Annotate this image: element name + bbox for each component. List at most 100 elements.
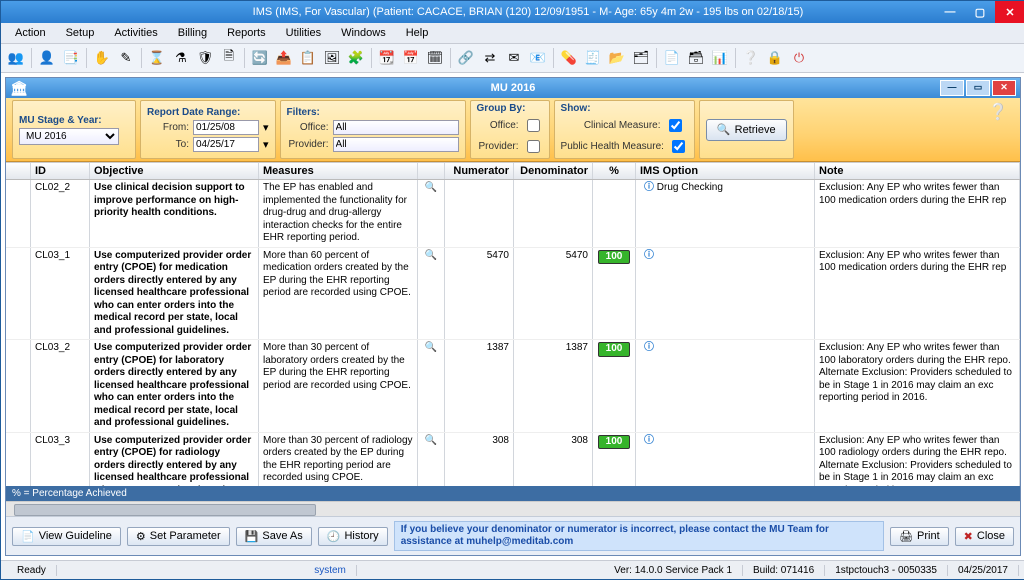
- table-row[interactable]: CL03_1Use computerized provider order en…: [6, 248, 1020, 341]
- toolbar-icon[interactable]: ⇄: [479, 47, 501, 69]
- close-button[interactable]: ✕: [995, 1, 1024, 23]
- retrieve-button[interactable]: 🔍 Retrieve: [706, 119, 787, 141]
- print-button[interactable]: 🖨 Print: [890, 527, 949, 546]
- toolbar-icon[interactable]: 📑: [60, 47, 82, 69]
- horizontal-scrollbar[interactable]: [6, 501, 1020, 516]
- info-icon[interactable]: ⓘ: [644, 435, 654, 446]
- toolbar-icon[interactable]: 🧩: [345, 47, 367, 69]
- date-picker-icon[interactable]: ▾: [263, 138, 269, 151]
- separator-icon: [553, 48, 554, 68]
- show-public-checkbox[interactable]: [672, 140, 685, 153]
- col-denominator[interactable]: Denominator: [514, 163, 593, 179]
- retrieve-label: Retrieve: [735, 124, 776, 136]
- show-public-label: Public Health Measure:: [561, 141, 664, 152]
- dialog-minimize-button[interactable]: —: [940, 80, 964, 96]
- close-icon: ✖: [964, 530, 973, 543]
- toolbar-icon[interactable]: 🗎: [218, 47, 240, 69]
- grid-body[interactable]: CL02_2Use clinical decision support to i…: [6, 180, 1020, 486]
- menu-activities[interactable]: Activities: [104, 25, 167, 41]
- toolbar-icon[interactable]: 📊: [709, 47, 731, 69]
- col-objective[interactable]: Objective: [90, 163, 259, 179]
- col-ims[interactable]: IMS Option: [636, 163, 815, 179]
- col-percent[interactable]: %: [593, 163, 636, 179]
- maximize-button[interactable]: ▢: [965, 1, 995, 23]
- menu-help[interactable]: Help: [396, 25, 439, 41]
- view-guideline-button[interactable]: 📄 View Guideline: [12, 527, 121, 546]
- toolbar-icon[interactable]: 📧: [527, 47, 549, 69]
- status-version: Ver: 14.0.0 Service Pack 1: [604, 565, 743, 576]
- status-build: Build: 071416: [743, 565, 825, 576]
- toolbar-icon[interactable]: 🗓: [424, 47, 446, 69]
- col-note[interactable]: Note: [815, 163, 1020, 179]
- from-date-input[interactable]: [193, 120, 259, 135]
- info-icon[interactable]: ⓘ: [644, 182, 654, 193]
- scrollbar-thumb[interactable]: [14, 504, 316, 516]
- toolbar-icon[interactable]: 🗂: [630, 47, 652, 69]
- table-row[interactable]: CL03_3Use computerized provider order en…: [6, 433, 1020, 487]
- set-parameter-button[interactable]: ⚙ Set Parameter: [127, 527, 230, 546]
- to-date-input[interactable]: [193, 137, 259, 152]
- col-measures[interactable]: Measures: [259, 163, 418, 179]
- toolbar-icon[interactable]: 🔄: [249, 47, 271, 69]
- toolbar-icon[interactable]: 📆: [376, 47, 398, 69]
- exit-icon[interactable]: ⏻: [788, 47, 810, 69]
- toolbar-icon[interactable]: 🧾: [582, 47, 604, 69]
- groupby-office-checkbox[interactable]: [527, 119, 540, 132]
- toolbar-icon[interactable]: 🛡: [194, 47, 216, 69]
- menu-reports[interactable]: Reports: [217, 25, 276, 41]
- status-user[interactable]: system: [304, 565, 357, 576]
- toolbar-icon[interactable]: 🖼: [321, 47, 343, 69]
- date-picker-icon[interactable]: ▾: [263, 121, 269, 134]
- toolbar-icon[interactable]: 🗃: [685, 47, 707, 69]
- toolbar-icon[interactable]: 💊: [558, 47, 580, 69]
- dialog-restore-button[interactable]: ▭: [966, 80, 990, 96]
- stage-year-select[interactable]: MU 2016: [19, 128, 119, 145]
- toolbar-icon[interactable]: 📅: [400, 47, 422, 69]
- toolbar-icon[interactable]: 📤: [273, 47, 295, 69]
- table-row[interactable]: CL02_2Use clinical decision support to i…: [6, 180, 1020, 248]
- show-clinical-checkbox[interactable]: [669, 119, 682, 132]
- toolbar-icon[interactable]: 👤: [36, 47, 58, 69]
- toolbar-icon[interactable]: 📄: [661, 47, 683, 69]
- menu-action[interactable]: Action: [5, 25, 56, 41]
- show-label: Show:: [561, 103, 688, 114]
- to-label: To:: [147, 139, 189, 150]
- info-icon[interactable]: ⓘ: [644, 250, 654, 261]
- help-icon[interactable]: ❔: [740, 47, 762, 69]
- dialog-close-button[interactable]: ✕: [992, 80, 1016, 96]
- menu-setup[interactable]: Setup: [56, 25, 105, 41]
- minimize-button[interactable]: —: [935, 1, 965, 23]
- menu-windows[interactable]: Windows: [331, 25, 396, 41]
- separator-icon: [371, 48, 372, 68]
- save-as-button[interactable]: 💾 Save As: [236, 527, 312, 546]
- titlebar: IMS (IMS, For Vascular) (Patient: CACACE…: [1, 1, 1024, 23]
- menu-utilities[interactable]: Utilities: [276, 25, 331, 41]
- toolbar-icon[interactable]: ✎: [115, 47, 137, 69]
- lock-icon[interactable]: 🔒: [764, 47, 786, 69]
- toolbar-icon[interactable]: 📋: [297, 47, 319, 69]
- groupby-provider-checkbox[interactable]: [527, 140, 540, 153]
- toolbar-icon[interactable]: 📂: [606, 47, 628, 69]
- detail-icon[interactable]: 🔍: [425, 182, 437, 193]
- help-icon[interactable]: ❔: [988, 102, 1008, 122]
- office-select[interactable]: [333, 120, 459, 135]
- table-row[interactable]: CL03_2Use computerized provider order en…: [6, 340, 1020, 433]
- toolbar-icon[interactable]: ⌛: [146, 47, 168, 69]
- detail-icon[interactable]: 🔍: [425, 435, 437, 446]
- statusbar: Ready system Ver: 14.0.0 Service Pack 1 …: [1, 560, 1024, 579]
- toolbar-icon[interactable]: 👥: [5, 47, 27, 69]
- toolbar-icon[interactable]: ✋: [91, 47, 113, 69]
- col-numerator[interactable]: Numerator: [445, 163, 514, 179]
- col-id[interactable]: ID: [31, 163, 90, 179]
- provider-select[interactable]: [333, 137, 459, 152]
- history-button[interactable]: 🕘 History: [318, 527, 388, 546]
- separator-icon: [450, 48, 451, 68]
- info-icon[interactable]: ⓘ: [644, 342, 654, 353]
- detail-icon[interactable]: 🔍: [425, 342, 437, 353]
- toolbar-icon[interactable]: ✉: [503, 47, 525, 69]
- toolbar-icon[interactable]: ⚗: [170, 47, 192, 69]
- menu-billing[interactable]: Billing: [168, 25, 217, 41]
- detail-icon[interactable]: 🔍: [425, 250, 437, 261]
- toolbar-icon[interactable]: 🔗: [455, 47, 477, 69]
- close-button[interactable]: ✖ Close: [955, 527, 1014, 546]
